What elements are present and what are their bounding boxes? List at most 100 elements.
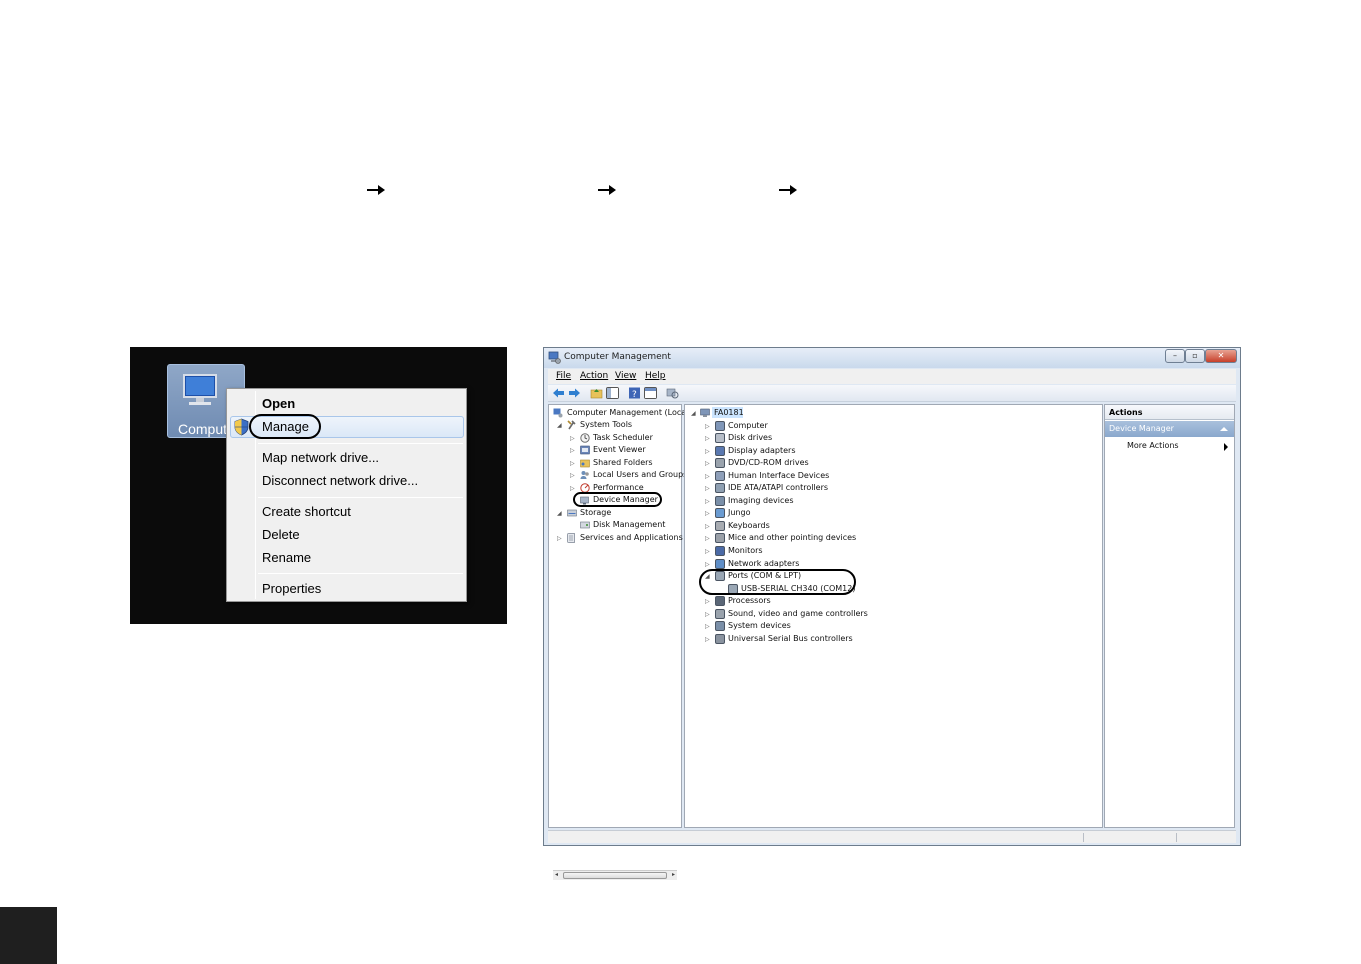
highlight-circle	[573, 492, 662, 507]
device-category-icon	[715, 533, 725, 544]
collapsed-arrow-icon[interactable]: ▷	[705, 423, 710, 430]
device-category-imaging-devices[interactable]: Imaging devices	[728, 496, 794, 505]
menu-action[interactable]: Action	[580, 371, 608, 381]
device-category-computer[interactable]: Computer	[728, 421, 768, 430]
console-tree-pane: Computer Management (Local ◢ System Tool…	[548, 404, 688, 880]
device-category-icon	[715, 558, 725, 569]
menu-file[interactable]: File	[556, 371, 571, 381]
device-category-processors[interactable]: Processors	[728, 596, 771, 605]
status-divider	[1176, 833, 1177, 842]
minimize-button[interactable]: –	[1165, 349, 1185, 363]
actions-pane: Actions Device Manager More Actions	[1104, 404, 1235, 828]
collapsed-arrow-icon[interactable]: ▷	[705, 535, 710, 542]
menu-separator	[258, 573, 463, 574]
expanded-arrow-icon[interactable]: ◢	[691, 410, 696, 417]
collapsed-arrow-icon[interactable]: ▷	[570, 460, 575, 467]
collapsed-arrow-icon[interactable]: ▷	[705, 448, 710, 455]
tree-item-storage[interactable]: Storage	[580, 508, 611, 517]
up-folder-icon[interactable]	[590, 387, 603, 399]
device-category-icon	[715, 483, 725, 494]
menu-item-properties[interactable]: Properties	[262, 581, 321, 596]
collapsed-arrow-icon[interactable]: ▷	[557, 535, 562, 542]
collapsed-arrow-icon[interactable]: ▷	[705, 561, 710, 568]
tree-item-shared-folders[interactable]: Shared Folders	[593, 458, 653, 467]
device-category-icon	[715, 633, 725, 644]
menu-item-map-network-drive[interactable]: Map network drive...	[262, 450, 379, 465]
menu-item-create-shortcut[interactable]: Create shortcut	[262, 504, 351, 519]
horizontal-scrollbar[interactable]: ◂ ▸	[553, 870, 677, 880]
collapsed-arrow-icon[interactable]: ▷	[705, 510, 710, 517]
device-category-ide-ata-atapi-controllers[interactable]: IDE ATA/ATAPI controllers	[728, 483, 828, 492]
svg-text:?: ?	[632, 390, 637, 399]
device-category-sound-video-and-game-controllers[interactable]: Sound, video and game controllers	[728, 609, 868, 618]
menu-separator	[258, 497, 463, 498]
title-bar[interactable]: Computer Management – ▫ ✕	[544, 348, 1240, 368]
menu-item-disconnect-network-drive[interactable]: Disconnect network drive...	[262, 473, 418, 488]
collapsed-arrow-icon[interactable]: ▷	[705, 435, 710, 442]
collapsed-arrow-icon[interactable]: ▷	[705, 485, 710, 492]
scrollbar-thumb[interactable]	[563, 872, 667, 879]
menu-item-open[interactable]: Open	[262, 396, 295, 411]
device-category-mice-and-other-pointing-devices[interactable]: Mice and other pointing devices	[728, 533, 856, 542]
tree-item-system-tools[interactable]: System Tools	[580, 420, 632, 429]
collapsed-arrow-icon[interactable]: ▷	[570, 435, 575, 442]
close-button[interactable]: ✕	[1205, 349, 1237, 363]
device-category-icon	[715, 520, 725, 531]
toolbar: ?	[548, 385, 1236, 402]
collapsed-arrow-icon[interactable]: ▷	[570, 447, 575, 454]
collapsed-arrow-icon[interactable]: ▷	[705, 636, 710, 643]
menu-view[interactable]: View	[615, 371, 636, 381]
device-root-fa0181[interactable]: FA0181	[714, 408, 744, 417]
back-arrow-icon[interactable]	[552, 387, 565, 399]
arrow-right-icon	[778, 183, 798, 197]
menu-help[interactable]: Help	[645, 371, 666, 381]
show-hide-tree-icon[interactable]	[606, 387, 619, 399]
device-category-human-interface-devices[interactable]: Human Interface Devices	[728, 471, 829, 480]
device-category-display-adapters[interactable]: Display adapters	[728, 446, 796, 455]
tree-item-performance[interactable]: Performance	[593, 483, 644, 492]
scroll-right-icon[interactable]: ▸	[672, 871, 675, 878]
more-actions-link[interactable]: More Actions	[1127, 441, 1179, 450]
maximize-button[interactable]: ▫	[1185, 349, 1205, 363]
device-category-jungo[interactable]: Jungo	[728, 508, 750, 517]
collapsed-arrow-icon[interactable]: ▷	[705, 460, 710, 467]
actions-device-manager[interactable]: Device Manager	[1105, 421, 1234, 437]
collapsed-arrow-icon[interactable]: ▷	[705, 523, 710, 530]
expanded-arrow-icon[interactable]: ◢	[557, 422, 562, 429]
submenu-arrow-icon[interactable]	[1224, 443, 1228, 451]
device-category-keyboards[interactable]: Keyboards	[728, 521, 770, 530]
tree-item-task-scheduler[interactable]: Task Scheduler	[593, 433, 653, 442]
expanded-arrow-icon[interactable]: ◢	[557, 510, 562, 517]
help-icon[interactable]: ?	[628, 387, 641, 399]
tree-item-event-viewer[interactable]: Event Viewer	[593, 445, 646, 454]
scan-hardware-icon[interactable]	[666, 387, 679, 399]
device-category-disk-drives[interactable]: Disk drives	[728, 433, 772, 442]
collapsed-arrow-icon[interactable]: ▷	[705, 473, 710, 480]
collapsed-arrow-icon[interactable]: ▷	[705, 623, 710, 630]
collapsed-arrow-icon[interactable]: ▷	[570, 472, 575, 479]
collapse-up-icon[interactable]	[1220, 427, 1228, 431]
collapsed-arrow-icon[interactable]: ▷	[705, 598, 710, 605]
scroll-left-icon[interactable]: ◂	[555, 871, 558, 878]
tree-item-disk-management[interactable]: Disk Management	[593, 520, 665, 529]
menu-item-delete[interactable]: Delete	[262, 527, 300, 542]
device-category-system-devices[interactable]: System devices	[728, 621, 791, 630]
tree-item-services-and-applications[interactable]: Services and Applications	[580, 533, 683, 542]
device-category-network-adapters[interactable]: Network adapters	[728, 559, 799, 568]
computer-management-window: Computer Management – ▫ ✕ File Action Vi…	[543, 347, 1241, 880]
collapsed-arrow-icon[interactable]: ▷	[705, 611, 710, 618]
collapsed-arrow-icon[interactable]: ▷	[570, 485, 575, 492]
device-category-monitors[interactable]: Monitors	[728, 546, 763, 555]
menu-item-rename[interactable]: Rename	[262, 550, 311, 565]
collapsed-arrow-icon[interactable]: ▷	[705, 548, 710, 555]
device-category-universal-serial-bus-controllers[interactable]: Universal Serial Bus controllers	[728, 634, 853, 643]
device-category-icon	[715, 420, 725, 431]
tree-item-computer-management[interactable]: Computer Management (Local	[567, 408, 688, 417]
tree-item-local-users-and-groups[interactable]: Local Users and Groups	[593, 470, 687, 479]
event-viewer-icon	[580, 445, 590, 455]
desktop-context-menu-screenshot: Comput Open Manage Map network drive... …	[130, 347, 507, 624]
collapsed-arrow-icon[interactable]: ▷	[705, 498, 710, 505]
properties-view-icon[interactable]	[644, 387, 657, 399]
forward-arrow-icon[interactable]	[568, 387, 581, 399]
device-category-dvd-cd-rom-drives[interactable]: DVD/CD-ROM drives	[728, 458, 809, 467]
